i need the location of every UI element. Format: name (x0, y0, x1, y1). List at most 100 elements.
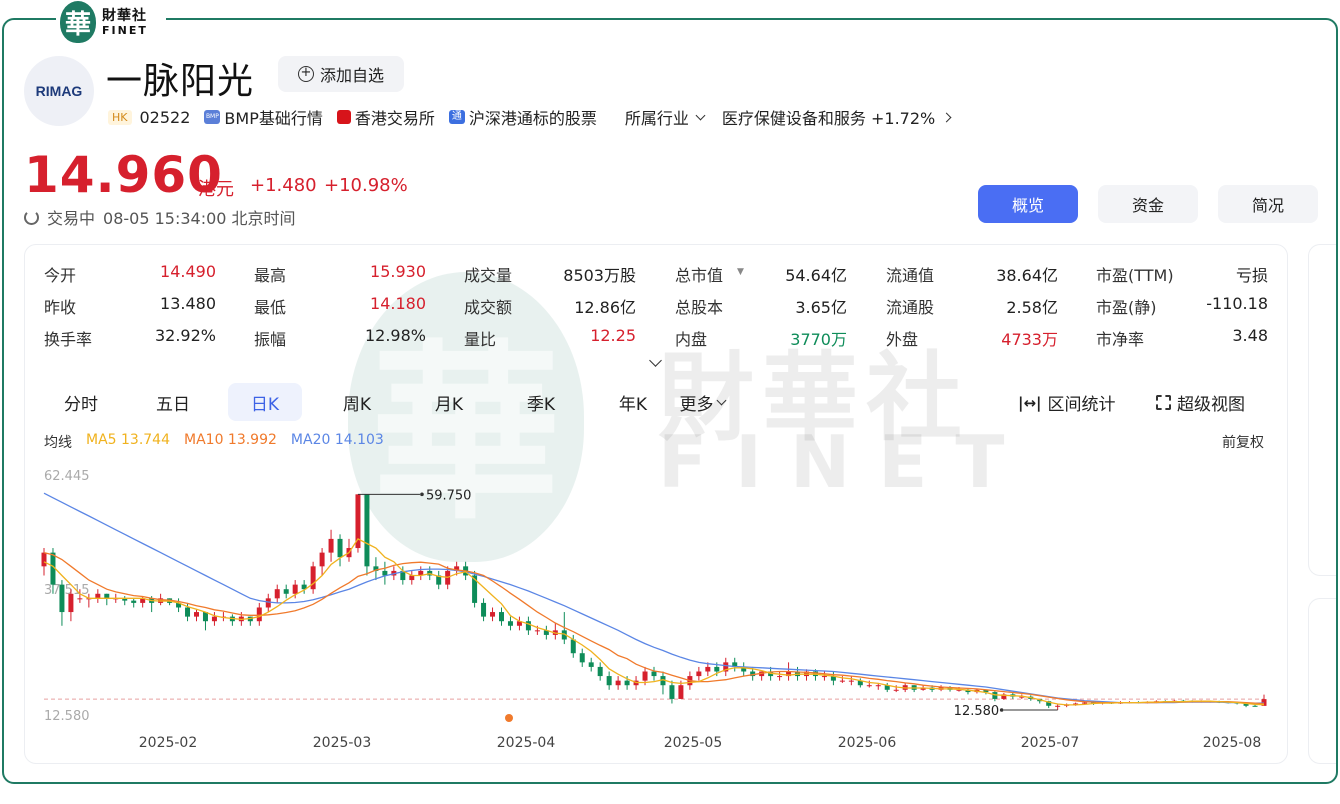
stat-2-2: 量比 12.25 (464, 322, 636, 349)
company-logo: RIMAG (24, 56, 94, 126)
stat-label: 外盘 (886, 330, 919, 349)
stat-label: 成交额 (464, 298, 513, 317)
stat-0-3[interactable]: 总市值 ▼ 54.64亿 (675, 258, 847, 285)
stat-2-1: 振幅 12.98% (254, 322, 426, 349)
stat-0-4: 流通值 38.64亿 (886, 258, 1058, 285)
side-card-2 (1308, 598, 1336, 764)
period-tab-2[interactable]: 日K (228, 383, 302, 421)
range-icon: |↔| (1018, 393, 1042, 412)
tab-funds[interactable]: 资金 (1098, 185, 1198, 223)
industry-dropdown[interactable]: 所属行业 (625, 105, 706, 129)
stat-1-2: 成交额 12.86亿 (464, 290, 636, 317)
chevron-down-icon (716, 395, 726, 405)
stat-label: 量比 (464, 330, 497, 349)
period-tab-0[interactable]: 分时 (44, 383, 118, 421)
stat-1-3: 总股本 3.65亿 (675, 290, 847, 317)
period-tab-5[interactable]: 季K (504, 383, 578, 421)
stat-label: 换手率 (44, 330, 93, 349)
stat-0-2: 成交量 8503万股 (464, 258, 636, 285)
dropdown-triangle-icon[interactable]: ▼ (737, 267, 744, 277)
stat-value: 12.86亿 (574, 298, 636, 317)
stat-value: 3770万 (790, 330, 847, 349)
side-card (1308, 244, 1336, 576)
stat-2-5: 市净率 3.48 (1096, 322, 1268, 349)
stat-value: 12.98% (364, 326, 426, 345)
stat-label: 成交量 (464, 266, 513, 285)
period-tab-4[interactable]: 月K (412, 383, 486, 421)
super-view-button[interactable]: 超级视图 (1156, 390, 1245, 415)
stat-value: 12.25 (590, 326, 636, 345)
stat-value: 8503万股 (563, 266, 636, 285)
period-tab-label: 周K (342, 394, 372, 415)
add-watchlist-button[interactable]: + 添加自选 (278, 56, 404, 92)
last-price: 14.960 (24, 146, 223, 204)
finet-logo[interactable]: 華 財華社 FINET (56, 0, 166, 44)
ma-legend: 均线 MA5 13.744 MA10 13.992 MA20 14.103 (44, 432, 384, 452)
stock-code: 02522 (139, 107, 191, 127)
stat-1-1: 最低 14.180 (254, 290, 426, 317)
adjust-mode[interactable]: 前复权 (1222, 432, 1264, 452)
stat-value: 亏损 (1235, 266, 1268, 285)
stat-value: 13.480 (160, 294, 216, 313)
stat-value: 15.930 (370, 262, 426, 281)
market-tag: HK (108, 109, 132, 125)
stat-label: 市净率 (1096, 330, 1145, 349)
tab-overview[interactable]: 概览 (978, 185, 1078, 223)
stat-value: 4733万 (1001, 330, 1058, 349)
period-tab-3[interactable]: 周K (320, 383, 394, 421)
period-tab-label: 月K (434, 394, 464, 415)
stat-2-4: 外盘 4733万 (886, 322, 1058, 349)
stat-value: 14.490 (160, 262, 216, 281)
price-change: +1.480 (250, 175, 317, 196)
period-tab-7[interactable]: 更多 (666, 383, 738, 421)
hkex-icon (336, 110, 351, 124)
stat-label: 内盘 (675, 330, 708, 349)
period-tab-label: 年K (618, 394, 648, 415)
stat-label: 总股本 (675, 298, 724, 317)
refresh-icon[interactable] (24, 209, 39, 225)
stat-label: 市盈(静) (1096, 298, 1157, 317)
range-stats-button[interactable]: |↔| 区间统计 (1018, 390, 1116, 416)
stat-value: 38.64亿 (996, 266, 1058, 285)
exchange-tag: 香港交易所 (336, 105, 435, 129)
finet-name-cn: 財華社 (102, 7, 147, 24)
stat-value: 3.48 (1232, 326, 1268, 345)
period-tab-6[interactable]: 年K (596, 383, 670, 421)
price-unit: 港元 (198, 179, 234, 200)
ma20-label: MA20 14.103 (290, 432, 384, 448)
stat-1-0: 昨收 13.480 (44, 290, 216, 317)
period-tab-1[interactable]: 五日 (136, 383, 210, 421)
period-tab-label: 季K (526, 394, 556, 415)
period-tab-label: 五日 (156, 394, 190, 415)
stat-label: 流通股 (886, 298, 935, 317)
stat-2-0: 换手率 32.92% (44, 322, 216, 349)
period-tabs: 分时 五日 日K 周K 月K 季K 年K 更多 (44, 383, 764, 421)
industry-link[interactable]: 医疗保健设备和服务 +1.72% (722, 105, 952, 129)
tab-profile[interactable]: 简况 (1218, 185, 1318, 223)
stat-value: -110.18 (1206, 294, 1268, 313)
stat-value: 3.65亿 (795, 298, 847, 317)
finet-seal-icon: 華 (60, 1, 96, 43)
stat-label: 今开 (44, 266, 77, 285)
stat-label: 昨收 (44, 298, 77, 317)
bmp-icon: BMP (204, 110, 221, 124)
stat-1-5: 市盈(静) -110.18 (1096, 290, 1268, 317)
period-tab-label: 日K (250, 394, 280, 415)
chevron-right-icon (941, 112, 952, 122)
add-watchlist-label: 添加自选 (319, 66, 384, 85)
price-change-pct: +10.98% (324, 175, 408, 196)
stat-label: 振幅 (254, 330, 287, 349)
stat-2-3: 内盘 3770万 (675, 322, 847, 349)
period-tab-label: 更多 (679, 394, 714, 415)
connect-tag: 通沪深港通标的股票 (448, 105, 597, 129)
stat-value: 14.180 (370, 294, 426, 313)
ma5-label: MA5 13.744 (86, 432, 170, 448)
bmp-tag[interactable]: BMP BMP基础行情 (204, 105, 323, 129)
stat-label: 总市值 (675, 266, 724, 285)
ma-legend-title: 均线 (44, 435, 72, 451)
trade-status: 交易中 08-05 15:34:00 北京时间 (24, 205, 296, 229)
stat-label: 市盈(TTM) (1096, 266, 1174, 285)
stat-label: 流通值 (886, 266, 935, 285)
chevron-down-icon (695, 110, 706, 120)
stat-0-1: 最高 15.930 (254, 258, 426, 285)
